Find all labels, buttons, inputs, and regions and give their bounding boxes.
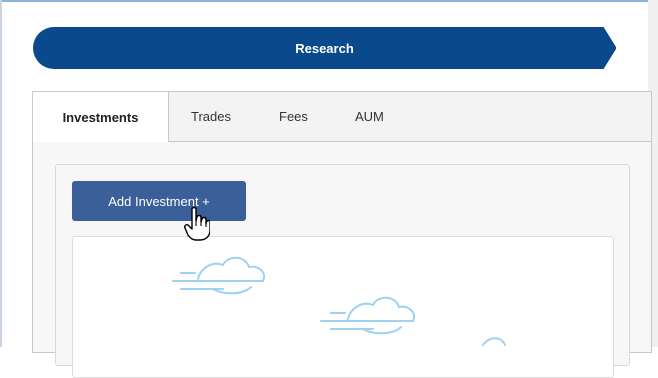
tab-trades[interactable]: Trades	[191, 92, 231, 141]
tab-aum-label: AUM	[355, 109, 384, 124]
tab-investments-label: Investments	[62, 109, 139, 125]
empty-state-area	[72, 236, 614, 378]
window-left-border	[0, 0, 2, 347]
progress-step-research[interactable]: Research	[33, 27, 616, 69]
tab-bar: Investments Trades Fees AUM	[33, 92, 651, 142]
clouds-icon	[172, 256, 506, 346]
hand-pointer-icon	[184, 206, 210, 241]
tab-aum[interactable]: AUM	[355, 92, 384, 141]
window-top-border	[0, 0, 658, 2]
add-investment-button[interactable]: Add Investment +	[72, 181, 246, 221]
tab-fees-label: Fees	[279, 109, 308, 124]
progress-step-label: Research	[295, 40, 354, 56]
investments-panel: Investments Trades Fees AUM Add Investme…	[32, 91, 652, 378]
tab-fees[interactable]: Fees	[279, 92, 308, 141]
tab-trades-label: Trades	[191, 109, 231, 124]
tab-investments[interactable]: Investments	[33, 92, 169, 142]
investments-card: Add Investment +	[55, 164, 630, 378]
